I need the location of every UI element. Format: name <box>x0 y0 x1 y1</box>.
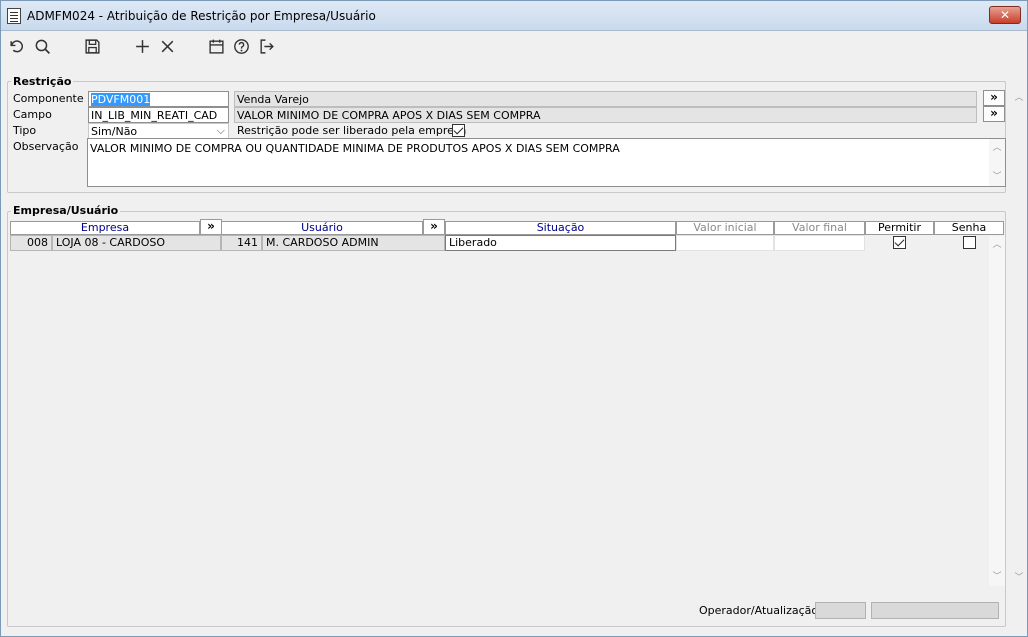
componente-lookup-button[interactable]: » <box>983 90 1005 106</box>
usuario-expand-button[interactable]: » <box>423 219 445 235</box>
row-permitir-checkbox[interactable] <box>893 236 906 249</box>
atualizacao-field <box>871 602 999 619</box>
componente-label: Componente <box>13 92 84 105</box>
observacao-label: Observação <box>13 140 79 153</box>
row-senha-checkbox[interactable] <box>963 236 976 249</box>
toolbar <box>1 32 1027 60</box>
empresa-usuario-legend: Empresa/Usuário <box>11 204 121 217</box>
tipo-label: Tipo <box>13 124 37 137</box>
col-header-valor-inicial[interactable]: Valor inicial <box>676 221 774 235</box>
col-header-usuario[interactable]: Usuário <box>221 221 423 235</box>
tipo-value: Sim/Não <box>91 125 138 138</box>
liberado-checkbox[interactable] <box>452 124 465 137</box>
save-icon[interactable] <box>81 36 103 56</box>
help-icon[interactable] <box>230 36 252 56</box>
row-empresa-code[interactable]: 008 <box>10 235 52 251</box>
empresa-expand-button[interactable]: » <box>200 219 222 235</box>
delete-icon[interactable] <box>156 36 178 56</box>
title-bar: ADMFM024 - Atribuição de Restrição por E… <box>1 1 1027 31</box>
scroll-up-icon[interactable]: ︿ <box>1011 91 1027 105</box>
col-header-senha[interactable]: Senha <box>934 221 1004 235</box>
componente-input[interactable]: PDVFM001 <box>88 91 229 107</box>
chevron-down-icon: ⌵ <box>216 124 225 137</box>
scroll-down-icon[interactable]: ﹀ <box>1011 571 1027 585</box>
row-usuario-code[interactable]: 141 <box>221 235 262 251</box>
close-button[interactable]: ✕ <box>989 6 1021 24</box>
tipo-select[interactable]: Sim/Não ⌵ <box>88 123 229 139</box>
operador-label: Operador/Atualização <box>699 604 819 617</box>
liberado-label: Restrição pode ser liberado pela empresa <box>237 124 467 137</box>
operador-field <box>815 602 866 619</box>
campo-label: Campo <box>13 108 52 121</box>
window-title: ADMFM024 - Atribuição de Restrição por E… <box>27 9 376 23</box>
row-situacao[interactable]: Liberado <box>445 235 676 251</box>
refresh-icon[interactable] <box>5 36 27 56</box>
row-usuario-name[interactable]: M. CARDOSO ADMIN <box>262 235 445 251</box>
campo-lookup-button[interactable]: » <box>983 106 1005 122</box>
restricao-legend: Restrição <box>11 75 74 88</box>
scroll-down-icon[interactable]: ﹀ <box>989 170 1005 184</box>
add-icon[interactable] <box>131 36 153 56</box>
exit-icon[interactable] <box>255 36 277 56</box>
main-window: ADMFM024 - Atribuição de Restrição por E… <box>0 0 1028 637</box>
observacao-value: VALOR MINIMO DE COMPRA OU QUANTIDADE MIN… <box>90 142 620 155</box>
scroll-up-icon[interactable]: ︿ <box>989 141 1005 155</box>
col-header-empresa[interactable]: Empresa <box>10 221 200 235</box>
campo-input[interactable]: IN_LIB_MIN_REATI_CAD <box>88 107 229 123</box>
row-valor-inicial[interactable] <box>676 235 774 251</box>
search-icon[interactable] <box>31 36 53 56</box>
document-icon <box>7 8 21 24</box>
calendar-icon[interactable] <box>205 36 227 56</box>
row-valor-final[interactable] <box>774 235 865 251</box>
campo-description: VALOR MINIMO DE COMPRA APOS X DIAS SEM C… <box>234 107 977 123</box>
row-empresa-name[interactable]: LOJA 08 - CARDOSO <box>52 235 221 251</box>
componente-description: Venda Varejo <box>234 91 977 107</box>
grid-body <box>10 251 993 586</box>
col-header-permitir[interactable]: Permitir <box>865 221 934 235</box>
col-header-valor-final[interactable]: Valor final <box>774 221 865 235</box>
componente-value: PDVFM001 <box>91 93 151 106</box>
scroll-up-icon[interactable]: ︿ <box>989 238 1005 252</box>
grid-scrollbar[interactable]: ︿ ﹀ <box>989 236 1005 586</box>
observacao-textarea[interactable]: VALOR MINIMO DE COMPRA OU QUANTIDADE MIN… <box>87 138 1006 187</box>
scroll-down-icon[interactable]: ﹀ <box>989 570 1005 584</box>
window-scrollbar[interactable]: ︿ ﹀ <box>1011 91 1027 587</box>
observacao-scrollbar[interactable]: ︿ ﹀ <box>989 139 1005 186</box>
col-header-situacao[interactable]: Situação <box>445 221 676 235</box>
